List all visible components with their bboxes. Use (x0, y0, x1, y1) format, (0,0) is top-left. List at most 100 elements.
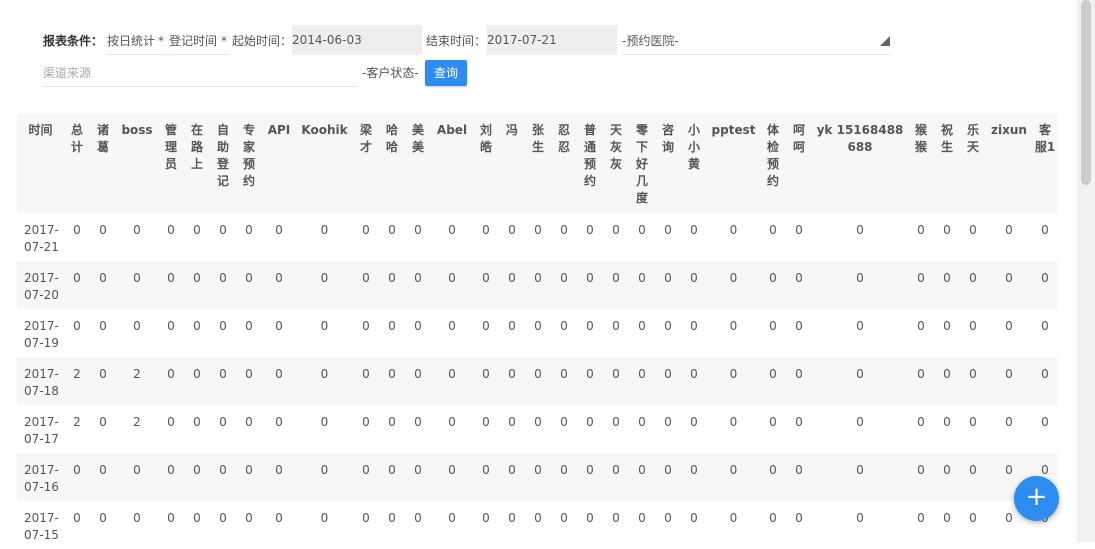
table-cell: 0 (795, 223, 803, 237)
table-cell: 0 (934, 261, 960, 309)
table-cell: 0 (473, 261, 499, 309)
row-date: 2017-07-17 (24, 415, 59, 446)
table-cell: 0 (193, 415, 201, 429)
table-cell: 0 (969, 415, 977, 429)
time-field-select[interactable]: 登记时间 (169, 34, 217, 48)
column-header: Abel (431, 114, 473, 213)
table-cell: 0 (320, 415, 329, 429)
table-cell: 0 (262, 453, 296, 501)
table-cell: 0 (116, 453, 158, 501)
table-cell: 0 (917, 223, 925, 237)
table-cell: 0 (482, 319, 490, 333)
scrollbar-thumb[interactable] (1081, 0, 1091, 185)
table-cell: 0 (236, 357, 262, 405)
table-cell: 0 (534, 319, 542, 333)
table-cell: 0 (193, 223, 201, 237)
table-cell: 0 (245, 319, 253, 333)
column-header: 祝生 (934, 114, 960, 213)
dropdown-arrow-icon[interactable] (880, 36, 890, 46)
table-cell: 0 (473, 357, 499, 405)
table-cell: 0 (158, 261, 184, 309)
column-header: 张生 (525, 114, 551, 213)
column-header: Koohik (296, 114, 353, 213)
filter-label: 报表条件： (43, 34, 104, 48)
column-header: 呵呵 (786, 114, 812, 213)
table-cell: 0 (379, 357, 405, 405)
table-cell: 0 (943, 415, 951, 429)
table-cell: 0 (986, 261, 1032, 309)
table-cell: 0 (577, 453, 603, 501)
table-cell: 0 (296, 261, 353, 309)
row-date: 2017-07-21 (24, 223, 59, 254)
column-header: 总计 (64, 114, 90, 213)
table-cell: 0 (707, 261, 760, 309)
table-row: 2017-07-19 0 0 0 0 0 0 0 0 0 0 0 0 0 0 0 0 0 0 0 0 0 0 0 0 0 0 0 0 0 0… (17, 309, 1058, 357)
table-cell: 0 (296, 453, 353, 501)
table-row: 2017-07-16 0 0 0 0 0 0 0 0 0 0 0 0 0 0 0 0 0 0 0 0 0 0 0 0 0 0 0 0 0 0… (17, 453, 1058, 501)
table-cell: 0 (795, 415, 803, 429)
report-table: 时间 总计 诸葛 boss 管理员 在路上 自助登记 专家预约 API Koohik 梁才 哈哈 美美 A… (17, 114, 1058, 549)
table-cell: 0 (73, 319, 81, 333)
column-header: boss (116, 114, 158, 213)
channel-source-input[interactable]: 渠道来源 (43, 66, 91, 80)
table-cell: 0 (812, 261, 908, 309)
column-header: 哈哈 (379, 114, 405, 213)
row-date: 2017-07-19 (24, 319, 59, 350)
stat-mode-select[interactable]: 按日统计 (107, 34, 155, 48)
table-cell: 0 (960, 261, 986, 309)
table-cell: 0 (133, 319, 141, 333)
hospital-select[interactable]: -预约医院- (622, 34, 679, 48)
table-cell: 0 (729, 415, 738, 429)
table-cell: 0 (499, 261, 525, 309)
table-cell: 0 (1041, 319, 1049, 333)
table-cell: 0 (431, 261, 473, 309)
required-star: * (158, 34, 164, 48)
column-header: 诸葛 (90, 114, 116, 213)
table-cell: 0 (769, 415, 777, 429)
column-header: zixun (986, 114, 1032, 213)
table-cell: 0 (388, 319, 396, 333)
customer-status-select[interactable]: -客户状态- (362, 66, 419, 80)
table-cell: 0 (499, 357, 525, 405)
table-cell: 0 (681, 261, 707, 309)
query-button[interactable]: 查询 (425, 60, 467, 86)
table-cell: 0 (508, 319, 516, 333)
start-date-value: 2014-06-03 (292, 33, 362, 47)
table-cell: 0 (219, 223, 227, 237)
table-cell: 0 (638, 319, 646, 333)
report-filters: 报表条件： 按日统计 * 登记时间 * 起始时间： 2014-06-03 结束时… (0, 0, 1075, 100)
row-date: 2017-07-20 (17, 261, 64, 309)
column-header: 普通预约 (577, 114, 603, 213)
table-cell: 0 (934, 453, 960, 501)
table-cell: 0 (90, 261, 116, 309)
add-fab-button[interactable]: + (1014, 476, 1059, 521)
table-cell: 0 (586, 319, 594, 333)
column-header: 在路上 (184, 114, 210, 213)
table-cell: 0 (1005, 223, 1013, 237)
table-cell: 0 (448, 415, 456, 429)
table-cell: 0 (275, 415, 283, 429)
table-cell: 0 (934, 357, 960, 405)
table-cell: 0 (1041, 223, 1049, 237)
table-cell: 0 (560, 223, 568, 237)
table-row: 2017-07-20 0 0 0 0 0 0 0 0 0 0 0 0 0 0 0 0 0 0 0 0 0 0 0 0 0 0 0 0 0 0… (17, 261, 1058, 309)
column-header: yk 15168488688 (812, 114, 908, 213)
plus-icon: + (1025, 482, 1048, 512)
table-cell: 0 (729, 319, 738, 333)
table-cell: 0 (629, 261, 655, 309)
table-row: 2017-07-18 2 0 2 0 0 0 0 0 0 0 0 0 0 0 0 0 0 0 0 0 0 0 0 0 0 0 0 0 0 0… (17, 357, 1058, 405)
table-cell: 0 (275, 319, 283, 333)
hospital-select-underline (622, 54, 890, 55)
table-cell: 0 (603, 453, 629, 501)
table-cell: 0 (560, 415, 568, 429)
end-time-label: 结束时间： (426, 34, 487, 48)
table-cell: 0 (655, 261, 681, 309)
table-cell: 0 (525, 453, 551, 501)
table-cell: 0 (638, 415, 646, 429)
table-cell: 0 (236, 453, 262, 501)
vertical-scrollbar[interactable] (1077, 0, 1095, 542)
table-cell: 0 (236, 261, 262, 309)
start-date-input[interactable]: 2014-06-03 (292, 25, 422, 55)
end-date-input[interactable]: 2017-07-21 (487, 25, 617, 55)
table-cell: 0 (388, 415, 396, 429)
